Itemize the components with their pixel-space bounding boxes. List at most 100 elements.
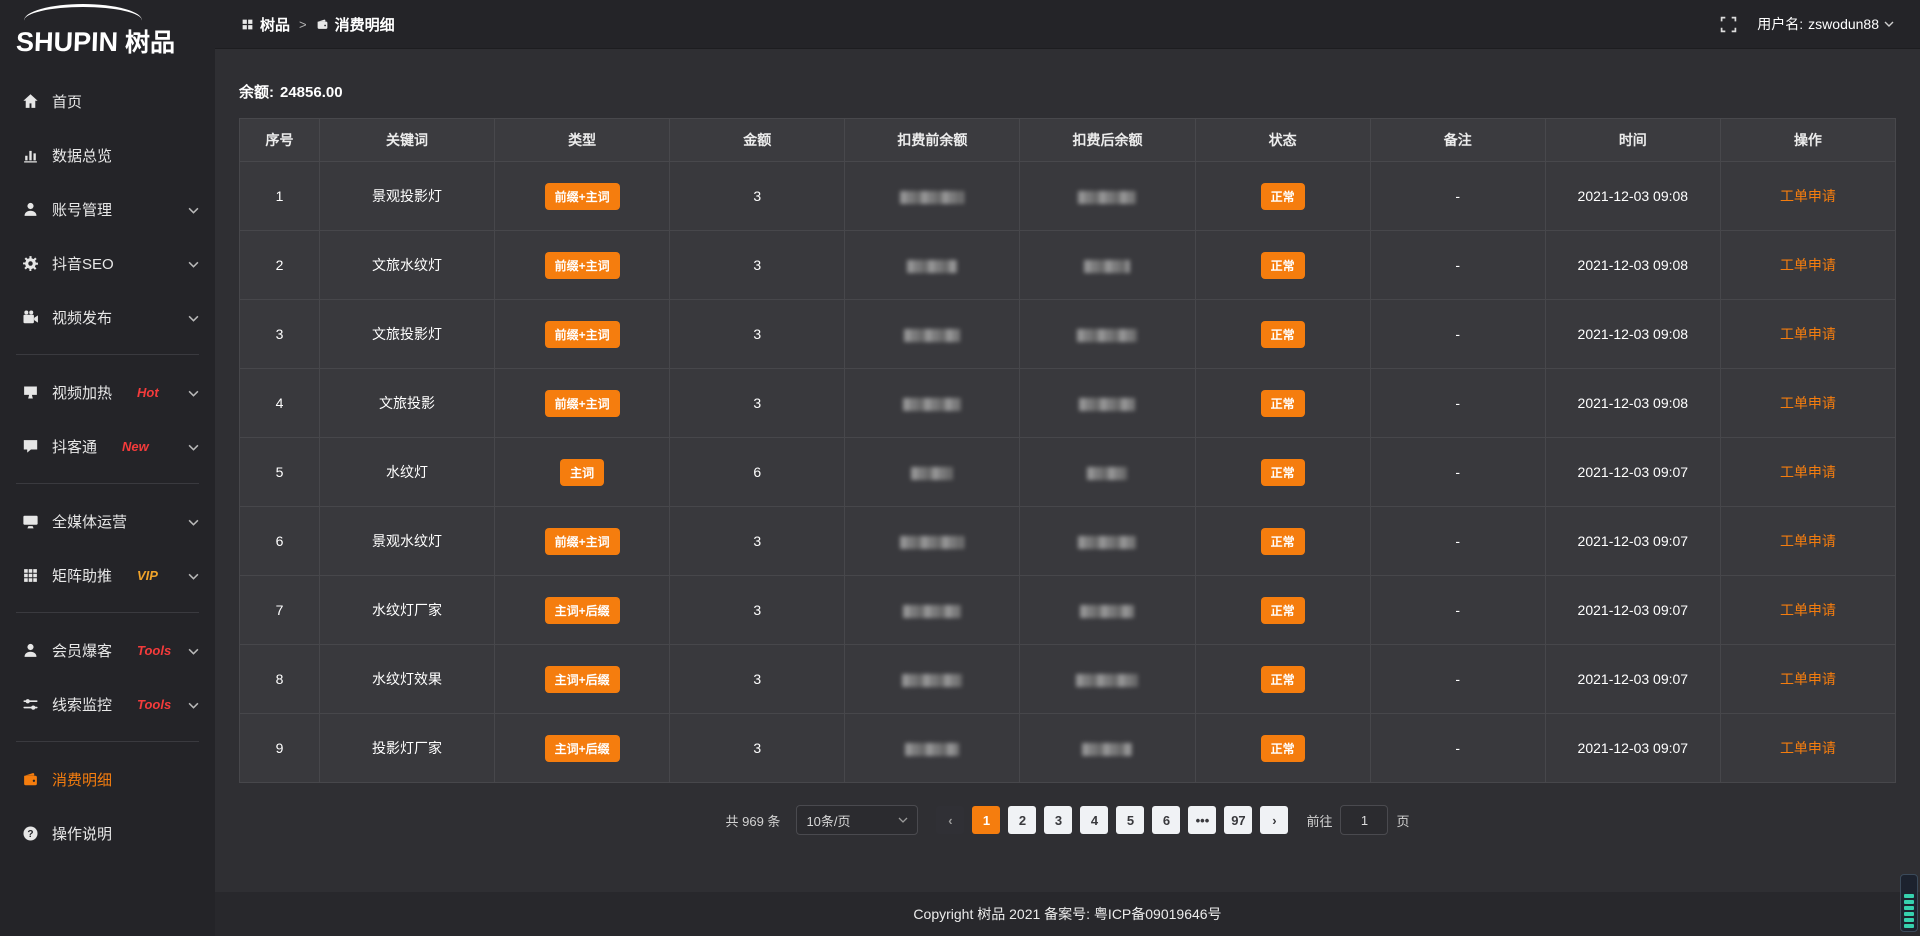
page-button-97[interactable]: 97 (1224, 806, 1252, 834)
cell-action: 工单申请 (1720, 438, 1895, 507)
masked-value (905, 743, 959, 756)
page-size-select[interactable]: 10条/页 (796, 805, 918, 835)
cell-keyword: 投影灯厂家 (320, 714, 495, 783)
cell-no: 8 (240, 645, 320, 714)
sidebar-item-label: 矩阵助推 (52, 565, 112, 586)
cell-type: 主词 (495, 438, 670, 507)
expand-chevron (188, 384, 199, 401)
home-icon (22, 93, 39, 110)
breadcrumb-item-consume-detail[interactable]: 消费明细 (316, 14, 395, 35)
cell-action: 工单申请 (1720, 300, 1895, 369)
pagination-total: 共 969 条 (726, 811, 781, 830)
sidebar-item-operation-guide[interactable]: ?操作说明 (0, 806, 215, 860)
ticket-apply-link[interactable]: 工单申请 (1780, 257, 1836, 273)
sidebar-item-video-heat[interactable]: 视频加热Hot (0, 365, 215, 419)
masked-value (1082, 743, 1132, 756)
prev-page-button[interactable]: ‹ (936, 806, 964, 834)
username-menu[interactable]: 用户名: zswodun88 (1757, 14, 1894, 34)
cell-type: 主词+后缀 (495, 576, 670, 645)
sidebar: SHUPIN 树品 首页数据总览账号管理抖音SEO视频发布视频加热Hot抖客通N… (0, 0, 215, 936)
sidebar-item-member-burst[interactable]: 会员爆客Tools (0, 623, 215, 677)
sidebar-item-clue-monitor[interactable]: 线索监控Tools (0, 677, 215, 731)
sidebar-item-data-overview[interactable]: 数据总览 (0, 128, 215, 182)
page-button-6[interactable]: 6 (1152, 806, 1180, 834)
next-page-button[interactable]: › (1260, 806, 1288, 834)
username-value: zswodun88 (1808, 16, 1879, 32)
sidebar-item-video-publish[interactable]: 视频发布 (0, 290, 215, 344)
type-badge: 主词+后缀 (545, 735, 620, 762)
sidebar-item-label: 线索监控 (52, 694, 112, 715)
breadcrumb-item-shupin[interactable]: 树品 (241, 14, 290, 35)
sidebar-item-label: 抖音SEO (52, 253, 114, 274)
page-button-5[interactable]: 5 (1116, 806, 1144, 834)
ticket-apply-link[interactable]: 工单申请 (1780, 464, 1836, 480)
monitor-icon (22, 513, 39, 530)
balance-label: 余额: (239, 84, 274, 101)
cell-status: 正常 (1195, 162, 1370, 231)
cell-balance_after (1020, 714, 1195, 783)
cell-time: 2021-12-03 09:07 (1545, 714, 1720, 783)
cell-keyword: 水纹灯 (320, 438, 495, 507)
cell-balance_after (1020, 576, 1195, 645)
svg-text:?: ? (27, 828, 33, 839)
type-badge: 前缀+主词 (545, 528, 620, 555)
user-icon (22, 642, 39, 659)
page-button-1[interactable]: 1 (972, 806, 1000, 834)
type-badge: 主词+后缀 (545, 597, 620, 624)
ticket-apply-link[interactable]: 工单申请 (1780, 326, 1836, 342)
screen-icon (22, 384, 39, 401)
question-icon: ? (22, 825, 39, 842)
jump-page-input[interactable] (1340, 805, 1388, 835)
sidebar-item-label: 账号管理 (52, 199, 112, 220)
masked-value (1080, 605, 1134, 618)
ticket-apply-link[interactable]: 工单申请 (1780, 602, 1836, 618)
sidebar-item-douketong[interactable]: 抖客通New (0, 419, 215, 473)
status-badge: 正常 (1261, 321, 1305, 348)
cell-keyword: 水纹灯厂家 (320, 576, 495, 645)
status-badge: 正常 (1261, 252, 1305, 279)
cell-time: 2021-12-03 09:08 (1545, 162, 1720, 231)
sidebar-item-account-manage[interactable]: 账号管理 (0, 182, 215, 236)
cell-remark: - (1370, 231, 1545, 300)
chevron-down-icon (188, 444, 199, 451)
ticket-apply-link[interactable]: 工单申请 (1780, 740, 1836, 756)
cell-remark: - (1370, 369, 1545, 438)
ticket-apply-link[interactable]: 工单申请 (1780, 671, 1836, 687)
sidebar-item-douyin-seo[interactable]: 抖音SEO (0, 236, 215, 290)
masked-value (1077, 329, 1137, 342)
more-pages-button[interactable]: ••• (1188, 806, 1216, 834)
chevron-down-icon (188, 315, 199, 322)
table-row: 8水纹灯效果主词+后缀3正常-2021-12-03 09:07工单申请 (240, 645, 1896, 714)
cell-keyword: 水纹灯效果 (320, 645, 495, 714)
user-icon (22, 201, 39, 218)
sidebar-item-consume-detail[interactable]: 消费明细 (0, 752, 215, 806)
cell-action: 工单申请 (1720, 507, 1895, 576)
sidebar-item-all-media-ops[interactable]: 全媒体运营 (0, 494, 215, 548)
expand-chevron (188, 642, 199, 659)
cell-amount: 3 (670, 576, 845, 645)
ticket-apply-link[interactable]: 工单申请 (1780, 188, 1836, 204)
cell-balance_before (845, 645, 1020, 714)
page-button-4[interactable]: 4 (1080, 806, 1108, 834)
fullscreen-icon[interactable] (1720, 16, 1737, 33)
type-badge: 前缀+主词 (545, 183, 620, 210)
ticket-apply-link[interactable]: 工单申请 (1780, 533, 1836, 549)
cell-no: 6 (240, 507, 320, 576)
cell-no: 7 (240, 576, 320, 645)
sidebar-item-tag: Hot (137, 385, 159, 400)
ticket-apply-link[interactable]: 工单申请 (1780, 395, 1836, 411)
cell-time: 2021-12-03 09:07 (1545, 507, 1720, 576)
cell-status: 正常 (1195, 507, 1370, 576)
cell-balance_before (845, 162, 1020, 231)
cell-balance_after (1020, 369, 1195, 438)
page-button-3[interactable]: 3 (1044, 806, 1072, 834)
topbar: 树品>消费明细 用户名: zswodun88 (215, 0, 1920, 49)
sidebar-item-matrix-boost[interactable]: 矩阵助推VIP (0, 548, 215, 602)
cell-status: 正常 (1195, 438, 1370, 507)
sidebar-item-home[interactable]: 首页 (0, 74, 215, 128)
monitor-icon (22, 513, 39, 530)
page-button-2[interactable]: 2 (1008, 806, 1036, 834)
masked-value (1078, 191, 1136, 204)
sliders-icon (22, 696, 39, 713)
cell-amount: 3 (670, 231, 845, 300)
